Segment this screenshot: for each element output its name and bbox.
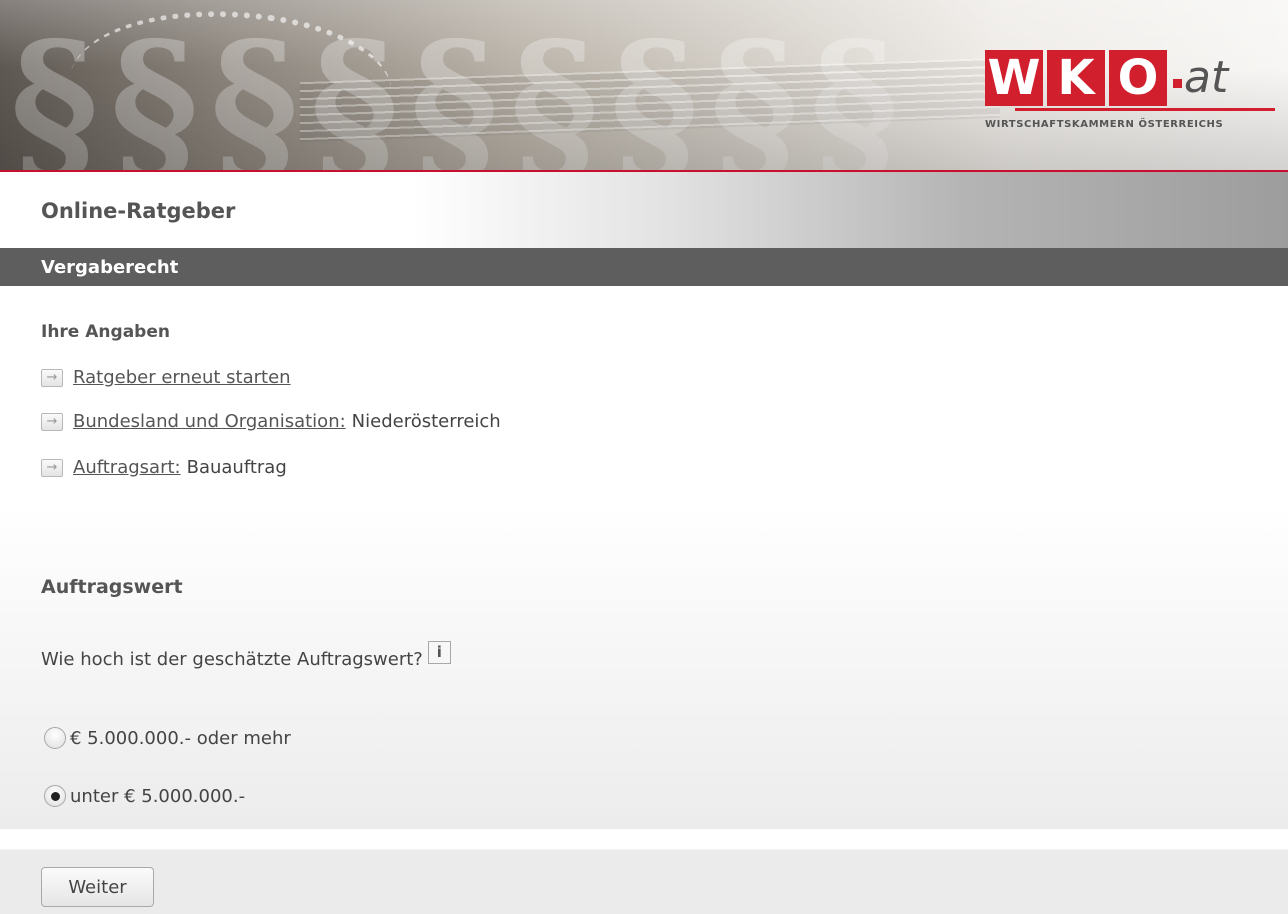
question-text: Wie hoch ist der geschätzte Auftragswert… <box>41 649 423 670</box>
logo-subtitle: WIRTSCHAFTSKAMMERN ÖSTERREICHS <box>985 119 1224 130</box>
radio-button[interactable] <box>44 727 66 749</box>
page-title: Online-Ratgeber <box>41 199 236 223</box>
option-under-5mio[interactable]: unter € 5.000.000.- <box>44 785 245 807</box>
logo-letter-k: K <box>1047 50 1105 106</box>
radio-button-selected[interactable] <box>44 785 66 807</box>
angaben-item-bundesland: → Bundesland und Organisation: Niederöst… <box>41 411 501 432</box>
footer-bar: Weiter <box>0 849 1288 914</box>
auftragsart-value: Bauauftrag <box>186 457 287 478</box>
section-bar: Vergaberecht <box>0 248 1288 286</box>
auftragswert-heading: Auftragswert <box>41 576 183 598</box>
bundesland-link[interactable]: Bundesland und Organisation: <box>73 411 346 432</box>
option-label: € 5.000.000.- oder mehr <box>70 727 291 749</box>
arrow-right-icon: → <box>41 412 63 431</box>
angaben-heading: Ihre Angaben <box>41 322 170 342</box>
next-button[interactable]: Weiter <box>41 867 154 907</box>
auftragsart-link[interactable]: Auftragsart: <box>73 457 181 478</box>
question-row: Wie hoch ist der geschätzte Auftragswert… <box>41 641 451 670</box>
logo-suffix: at <box>1173 50 1228 106</box>
wko-logo[interactable]: W K O at WIRTSCHAFTSKAMMERN ÖSTERREICHS <box>985 50 1275 150</box>
header-banner: § § § § § § § § § W K O at WIRTSCHAFTSKA… <box>0 0 1288 172</box>
bundesland-value: Niederösterreich <box>351 411 501 432</box>
angaben-item-auftragsart: → Auftragsart: Bauauftrag <box>41 457 287 478</box>
arrow-right-icon: → <box>41 368 63 387</box>
section-title: Vergaberecht <box>41 257 179 278</box>
restart-link[interactable]: Ratgeber erneut starten <box>73 367 291 388</box>
option-label: unter € 5.000.000.- <box>70 785 246 807</box>
angaben-item-restart: → Ratgeber erneut starten <box>41 367 291 388</box>
logo-letter-w: W <box>985 50 1043 106</box>
option-5mio-or-more[interactable]: € 5.000.000.- oder mehr <box>44 727 291 749</box>
logo-letter-o: O <box>1109 50 1167 106</box>
info-icon[interactable]: i <box>427 641 451 664</box>
main-content: Ihre Angaben → Ratgeber erneut starten →… <box>0 286 1288 829</box>
arrow-right-icon: → <box>41 458 63 477</box>
title-bar: Online-Ratgeber <box>0 172 1288 248</box>
